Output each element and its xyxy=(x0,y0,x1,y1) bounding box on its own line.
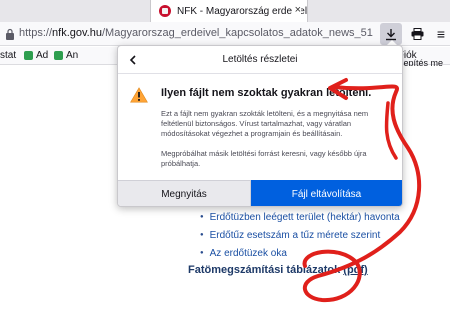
bookmark-label: stat xyxy=(0,50,17,61)
warning-description: Ezt a fájlt nem gyakran szokták letölten… xyxy=(161,109,393,169)
warning-heading: Ilyen fájlt nem szoktak gyakran letölten… xyxy=(161,87,372,99)
green-square-icon xyxy=(24,51,33,60)
warning-paragraph: Ezt a fájlt nem gyakran szokták letölten… xyxy=(161,109,369,138)
close-tab-icon[interactable]: × xyxy=(291,4,301,16)
link-fire-causes[interactable]: Az erdőtüzek oka xyxy=(210,248,287,259)
hamburger-menu-icon: ≡ xyxy=(436,26,446,42)
delete-file-button[interactable]: Fájl eltávolítása xyxy=(251,180,402,206)
active-tab[interactable]: NFK - Magyarország erdeivel ka × xyxy=(150,0,308,22)
warning-paragraph: Megpróbálhat másik letöltési forrást ker… xyxy=(161,149,367,168)
panel-title: Letöltés részletei xyxy=(222,54,298,65)
lock-icon[interactable] xyxy=(5,28,15,40)
site-favicon-icon xyxy=(159,5,171,17)
pdf-link[interactable]: (pdf) xyxy=(343,264,367,276)
print-button[interactable] xyxy=(406,23,428,45)
link-list: Erdőtüzben leégett terület (hektár) havo… xyxy=(200,208,400,262)
tab-title: NFK - Magyarország erdeivel ka xyxy=(177,5,308,17)
bookmark-item[interactable]: An xyxy=(54,50,78,61)
download-details-panel: Letöltés részletei Ilyen fájlt nem szokt… xyxy=(117,45,403,207)
list-item: Az erdőtüzek oka xyxy=(200,244,400,262)
tab-strip: NFK - Magyarország erdeivel ka × xyxy=(0,0,450,22)
bookmark-label: An xyxy=(66,50,79,61)
bookmark-item[interactable]: Ad xyxy=(24,50,48,61)
panel-header: Letöltés részletei xyxy=(118,46,402,74)
bookmark-label: Ad xyxy=(36,50,49,61)
url-path: /Magyarorszag_erdeivel_kapcsolatos_adato… xyxy=(101,27,373,39)
menu-button[interactable]: ≡ xyxy=(430,23,450,45)
navigation-bar: https://nfk.gov.hu/Magyarorszag_erdeivel… xyxy=(0,22,450,46)
section-title-text: Fatömegszámítási táblázatok xyxy=(188,264,341,276)
url-prefix: https:// xyxy=(19,27,53,39)
bookmark-item[interactable]: stat xyxy=(0,50,16,61)
link-burned-area[interactable]: Erdőtüzben leégett terület (hektár) havo… xyxy=(210,212,400,223)
panel-footer: Megnyitás Fájl eltávolítása xyxy=(118,180,402,206)
section-title: Fatömegszámítási táblázatok (pdf) xyxy=(188,264,368,276)
url-domain: nfk.gov.hu xyxy=(52,27,102,39)
list-item: Erdőtüzben leégett terület (hektár) havo… xyxy=(200,208,400,226)
warning-icon xyxy=(130,87,148,103)
printer-icon xyxy=(411,28,423,40)
link-fire-cases[interactable]: Erdőtűz esetszám a tűz mérete szerint xyxy=(210,230,381,241)
open-button[interactable]: Megnyitás xyxy=(118,180,251,206)
url-bar[interactable]: https://nfk.gov.hu/Magyarorszag_erdeivel… xyxy=(19,27,374,39)
green-square-icon xyxy=(54,51,63,60)
download-icon xyxy=(386,28,396,40)
list-item: Erdőtűz esetszám a tűz mérete szerint xyxy=(200,226,400,244)
